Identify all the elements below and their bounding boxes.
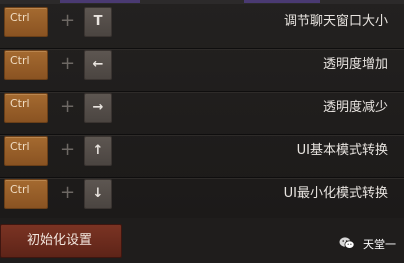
shortcut-description: 调节聊天窗口大小 bbox=[283, 14, 388, 29]
shortcut-row-ui-minimize-mode: Ctrl + ↓ UI最小化模式转换 bbox=[0, 177, 404, 221]
shortcut-description: 透明度增加 bbox=[322, 57, 388, 72]
arrow-right-icon: → bbox=[84, 93, 112, 123]
shortcut-row-opacity-increase: Ctrl + ← 透明度增加 bbox=[0, 48, 404, 92]
arrow-down-icon: ↓ bbox=[84, 179, 112, 209]
top-accent-right bbox=[244, 0, 320, 3]
shortcut-panel: Ctrl + T 调节聊天窗口大小 Ctrl + ← 透明度增加 Ctrl + … bbox=[0, 0, 404, 221]
t-key: T bbox=[84, 7, 112, 37]
ctrl-key: Ctrl bbox=[4, 136, 48, 166]
arrow-up-icon: ↑ bbox=[84, 136, 112, 166]
plus-sign: + bbox=[60, 10, 76, 31]
ctrl-key: Ctrl bbox=[4, 93, 48, 123]
plus-sign: + bbox=[60, 53, 76, 74]
reset-settings-button[interactable]: 初始化设置 bbox=[0, 224, 122, 258]
plus-sign: + bbox=[60, 182, 76, 203]
wechat-icon bbox=[339, 235, 355, 254]
watermark-text: 天堂一 bbox=[363, 238, 396, 251]
top-accent-left bbox=[60, 0, 140, 3]
top-divider bbox=[0, 0, 404, 4]
shortcut-description: UI最小化模式转换 bbox=[283, 186, 388, 201]
watermark: 天堂一 bbox=[339, 234, 396, 254]
ctrl-key: Ctrl bbox=[4, 7, 48, 37]
ctrl-key: Ctrl bbox=[4, 179, 48, 209]
ctrl-key: Ctrl bbox=[4, 50, 48, 80]
footer: 初始化设置 天堂一 bbox=[0, 218, 404, 263]
shortcut-row-chat-size: Ctrl + T 调节聊天窗口大小 bbox=[0, 5, 404, 49]
arrow-left-icon: ← bbox=[84, 50, 112, 80]
shortcut-description: 透明度减少 bbox=[322, 100, 388, 115]
plus-sign: + bbox=[60, 96, 76, 117]
plus-sign: + bbox=[60, 139, 76, 160]
shortcut-row-ui-basic-mode: Ctrl + ↑ UI基本模式转换 bbox=[0, 134, 404, 178]
shortcut-description: UI基本模式转换 bbox=[296, 143, 388, 158]
shortcut-row-opacity-decrease: Ctrl + → 透明度减少 bbox=[0, 91, 404, 135]
